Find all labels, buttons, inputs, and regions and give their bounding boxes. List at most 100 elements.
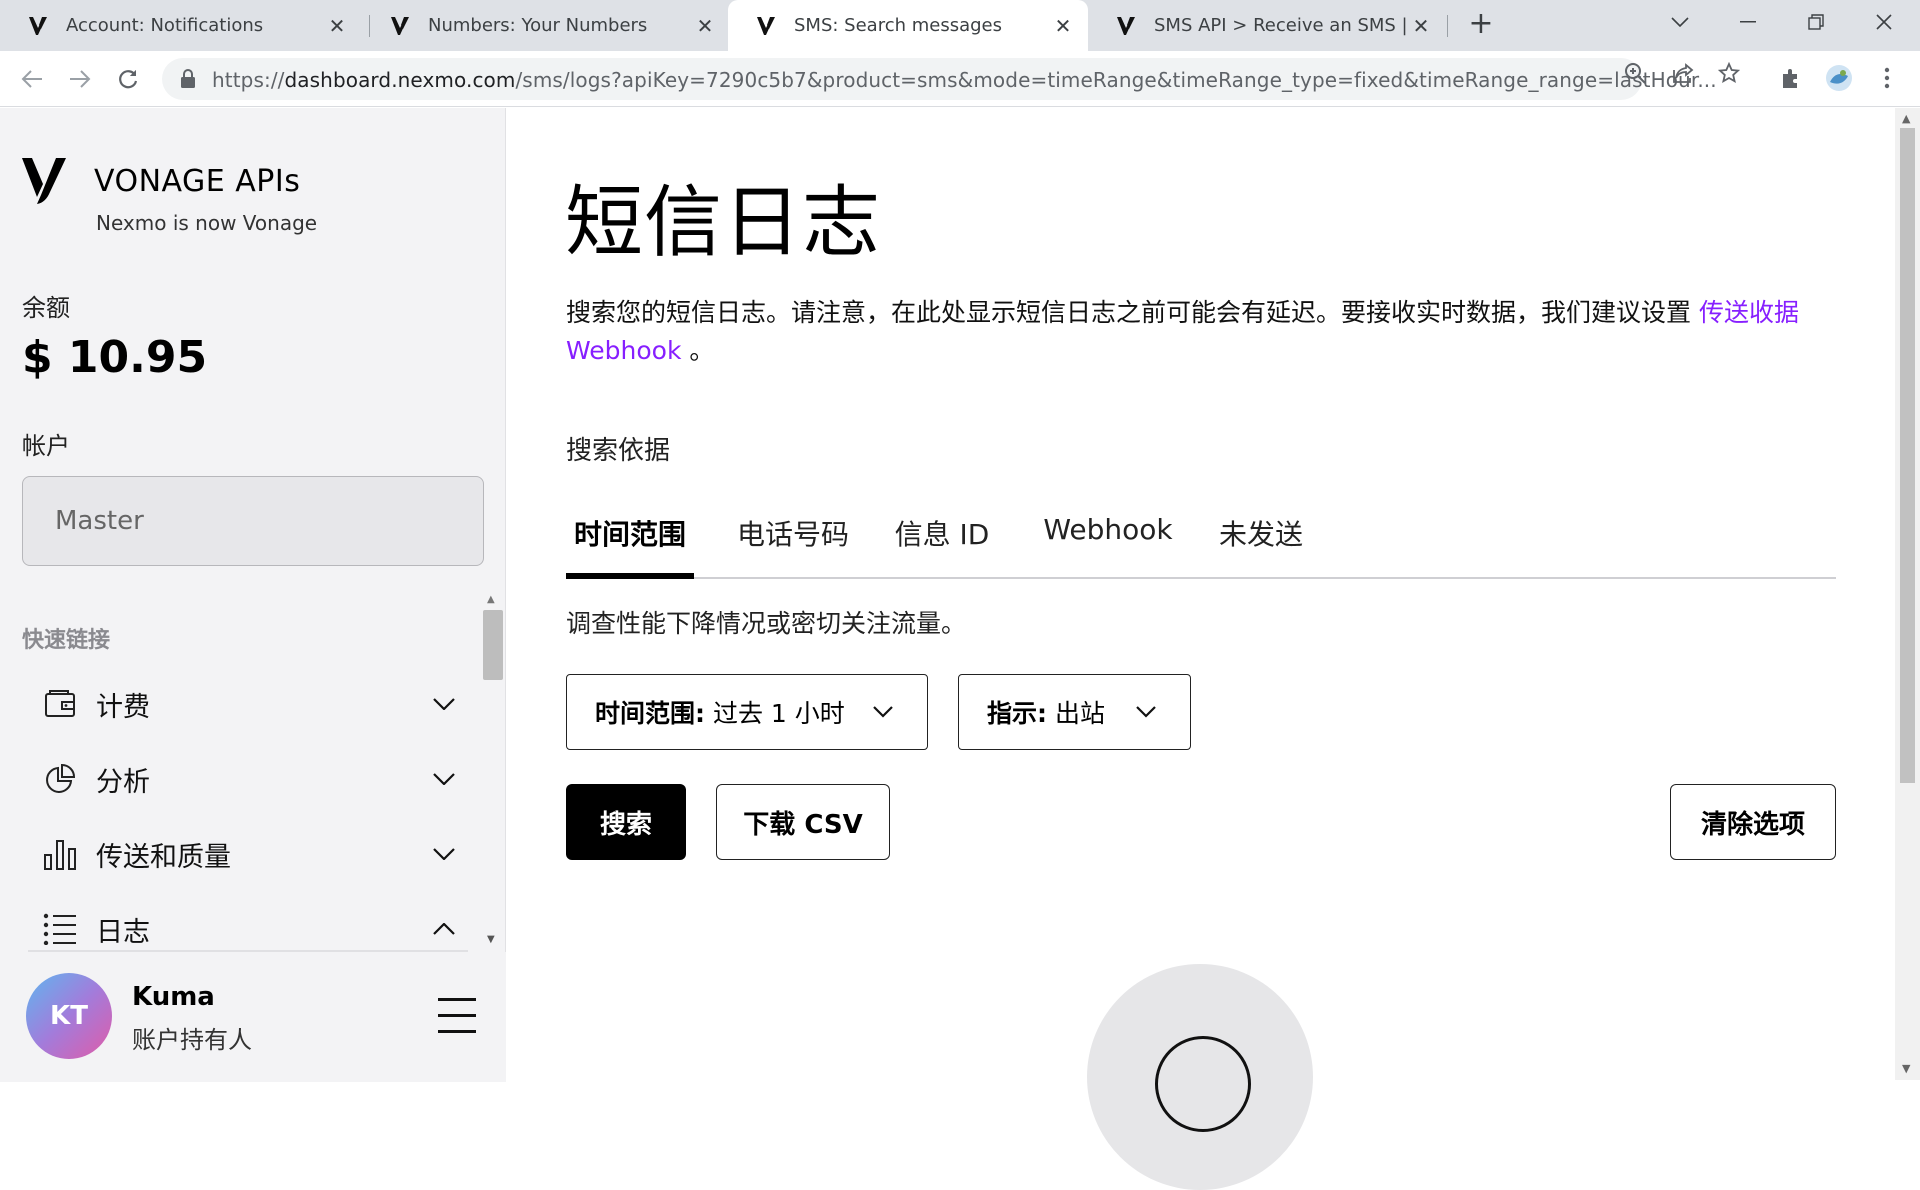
page-scrollbar-thumb[interactable] (1900, 128, 1915, 783)
browser-tab-bar: Account: Notifications ✕ Numbers: Your N… (0, 0, 1920, 51)
sidebar-item-billing[interactable]: 计费 (22, 674, 462, 734)
browser-tab-title: Account: Notifications (66, 15, 264, 36)
tab-not-sent[interactable]: 未发送 (1218, 503, 1304, 579)
wallet-icon (42, 686, 78, 722)
list-icon (42, 911, 78, 947)
user-role: 账户持有人 (132, 1026, 252, 1054)
tab-webhook[interactable]: Webhook (1043, 503, 1172, 579)
address-bar[interactable]: https://dashboard.nexmo.com/sms/logs?api… (162, 58, 1717, 100)
account-label: 帐户 (22, 432, 70, 460)
brand-subtitle: Nexmo is now Vonage (96, 211, 318, 235)
sidebar-scroll-down-icon[interactable]: ▼ (487, 934, 495, 945)
chevron-down-icon (871, 699, 899, 727)
download-csv-button[interactable]: 下载 CSV (716, 784, 890, 860)
url-scheme: https:// (212, 68, 285, 92)
lock-icon[interactable] (180, 69, 200, 89)
hamburger-menu-icon[interactable] (434, 996, 480, 1036)
direction-value: 出站 (1054, 699, 1105, 728)
url-text: https://dashboard.nexmo.com/sms/logs?api… (212, 68, 1752, 92)
browser-toolbar: https://dashboard.nexmo.com/sms/logs?api… (0, 51, 1920, 107)
user-name: Kuma (132, 982, 215, 1012)
search-button[interactable]: 搜索 (566, 784, 686, 860)
sidebar-item-label: 日志 (96, 916, 150, 948)
sidebar-scroll-up-icon[interactable]: ▲ (487, 594, 495, 605)
tab-separator (1447, 15, 1448, 37)
tab-time-range[interactable]: 时间范围 (566, 503, 694, 579)
search-tabs: 时间范围 电话号码 信息 ID Webhook 未发送 (566, 503, 1836, 579)
tab-phone-number[interactable]: 电话号码 (736, 503, 850, 579)
browser-tab[interactable]: Account: Notifications ✕ (0, 0, 362, 51)
minimize-icon[interactable] (1718, 0, 1778, 44)
tab-description: 调查性能下降情况或密切关注流量。 (566, 609, 967, 638)
time-range-dropdown[interactable]: 时间范围: 过去 1 小时 (566, 674, 928, 750)
bar-chart-icon (42, 836, 78, 872)
zoom-icon[interactable] (1622, 60, 1648, 86)
browser-menu-icon[interactable] (1872, 63, 1902, 93)
sidebar-item-label: 传送和质量 (96, 841, 231, 873)
extensions-icon[interactable] (1776, 63, 1806, 93)
bookmark-star-icon[interactable] (1716, 60, 1742, 86)
vonage-favicon-icon (756, 15, 778, 37)
page-title: 短信日志 (565, 178, 882, 268)
direction-label: 指示: (987, 699, 1047, 728)
sidebar-scrollbar-thumb[interactable] (483, 610, 503, 680)
search-by-label: 搜索依据 (566, 436, 671, 466)
browser-tab[interactable]: Numbers: Your Numbers ✕ (362, 0, 730, 51)
vonage-logo-icon[interactable] (22, 158, 74, 204)
browser-tab-title: SMS: Search messages (794, 15, 1003, 36)
new-tab-button[interactable]: + (1466, 9, 1496, 40)
sidebar: VONAGE APIs Nexmo is now Vonage 余额 $ 10.… (0, 108, 506, 1080)
browser-tab-title: SMS API > Receive an SMS | Vona (1154, 15, 1410, 36)
restore-icon[interactable] (1786, 0, 1846, 44)
sidebar-item-delivery-quality[interactable]: 传送和质量 (22, 824, 462, 884)
browser-tab-title: Numbers: Your Numbers (428, 15, 648, 36)
time-range-value: 过去 1 小时 (712, 699, 845, 728)
quick-links-label: 快速链接 (22, 628, 111, 653)
scroll-up-icon[interactable]: ▲ (1902, 112, 1910, 125)
pie-chart-icon (42, 761, 78, 797)
intro-body: 搜索您的短信日志。请注意，在此处显示短信日志之前可能会有延迟。要接收实时数据，我… (566, 298, 1692, 327)
page-scrollbar[interactable]: ▲ ▼ (1895, 108, 1920, 1080)
back-icon[interactable] (16, 63, 48, 95)
sidebar-item-analytics[interactable]: 分析 (22, 749, 462, 809)
chevron-down-icon[interactable] (430, 840, 458, 868)
loading-ring-icon (1155, 1036, 1251, 1132)
tab-message-id[interactable]: 信息 ID (894, 503, 990, 579)
intro-end: 。 (689, 336, 715, 365)
sidebar-item-label: 计费 (96, 691, 150, 723)
balance-label: 余额 (22, 294, 70, 322)
sidebar-item-label: 分析 (96, 766, 150, 798)
chevron-down-icon[interactable] (430, 690, 458, 718)
avatar[interactable]: KT (26, 973, 112, 1059)
vonage-favicon-icon (390, 15, 412, 37)
forward-icon[interactable] (64, 63, 96, 95)
tab-search-icon[interactable] (1650, 0, 1710, 44)
close-window-icon[interactable] (1854, 0, 1914, 44)
close-tab-icon[interactable]: ✕ (1052, 14, 1074, 38)
time-range-label: 时间范围: (595, 699, 705, 728)
url-path: /sms/logs?apiKey=7290c5b7&product=sms&mo… (515, 68, 1717, 92)
vonage-favicon-icon (1116, 15, 1138, 37)
close-tab-icon[interactable]: ✕ (694, 14, 716, 38)
browser-tab-active[interactable]: SMS: Search messages ✕ (728, 0, 1088, 51)
chevron-down-icon (1134, 699, 1162, 727)
vonage-favicon-icon (28, 15, 50, 37)
url-domain: dashboard.nexmo.com (284, 68, 516, 92)
chevron-up-icon[interactable] (430, 915, 458, 943)
intro-text: 搜索您的短信日志。请注意，在此处显示短信日志之前可能会有延迟。要接收实时数据，我… (566, 294, 1846, 370)
share-icon[interactable] (1670, 60, 1696, 86)
browser-tab[interactable]: SMS API > Receive an SMS | Vona ✕ (1088, 0, 1446, 51)
close-tab-icon[interactable]: ✕ (326, 14, 348, 38)
active-tab-indicator (566, 573, 694, 579)
brand-name: VONAGE APIs (94, 164, 301, 199)
main-content: 短信日志 搜索您的短信日志。请注意，在此处显示短信日志之前可能会有延迟。要接收实… (507, 108, 1895, 1190)
chevron-down-icon[interactable] (430, 765, 458, 793)
account-select[interactable]: Master (22, 476, 484, 566)
clear-options-button[interactable]: 清除选项 (1670, 784, 1836, 860)
direction-dropdown[interactable]: 指示: 出站 (958, 674, 1191, 750)
reload-icon[interactable] (112, 63, 144, 95)
scroll-down-icon[interactable]: ▼ (1902, 1062, 1910, 1075)
close-tab-icon[interactable]: ✕ (1410, 14, 1432, 38)
profile-avatar-icon[interactable] (1824, 63, 1854, 93)
balance-value: $ 10.95 (22, 332, 208, 383)
